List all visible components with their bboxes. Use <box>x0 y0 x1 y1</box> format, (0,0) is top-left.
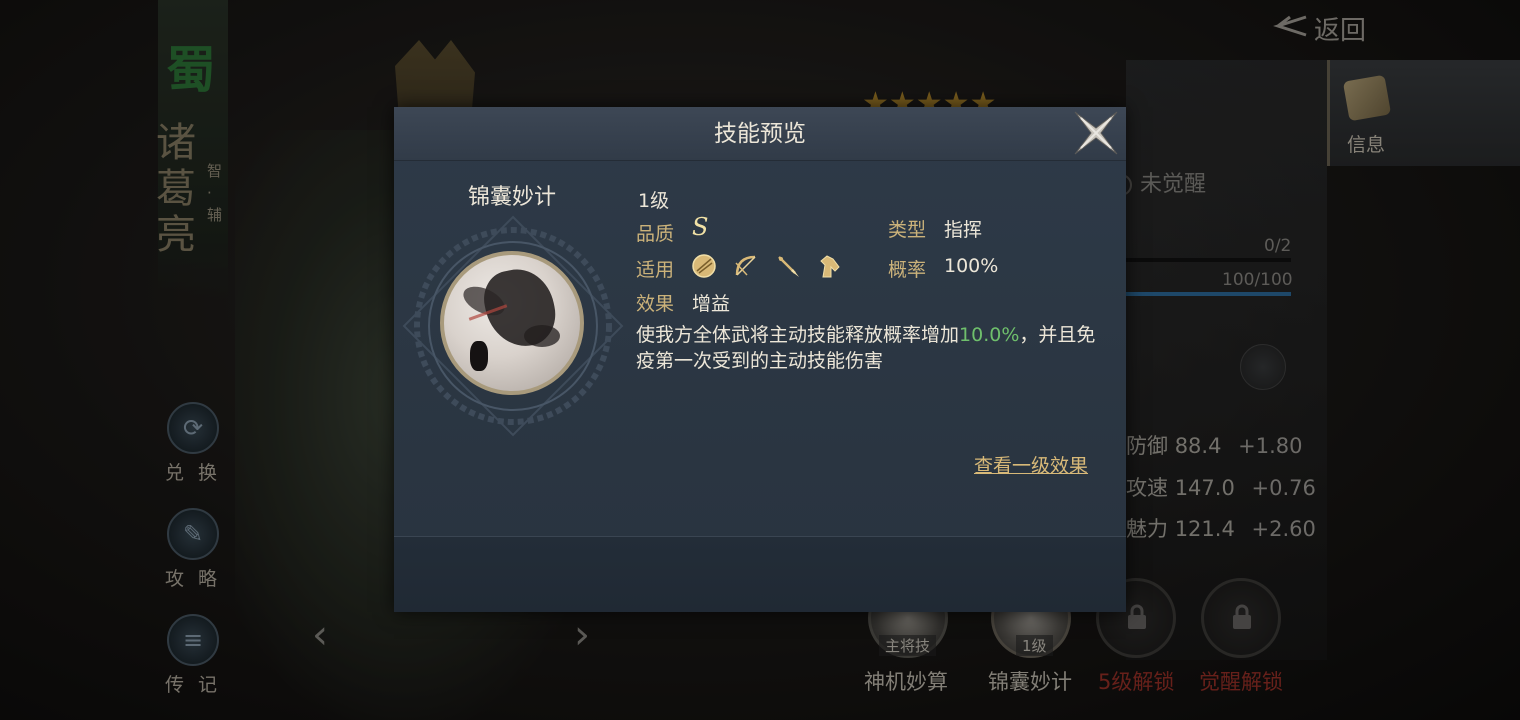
type-label: 类型 <box>888 219 927 241</box>
close-button[interactable] <box>1070 107 1122 159</box>
skill-preview-dialog: 技能预览 锦囊妙计 1级 品质 S 类型 指挥 适用 概率 100% 效果 增益… <box>394 107 1126 612</box>
quality-value: S <box>692 213 709 241</box>
quality-label: 品质 <box>636 223 675 245</box>
dialog-footer <box>394 536 1126 612</box>
skill-description: 使我方全体武将主动技能释放概率增加10.0%，并且免疫第一次受到的主动技能伤害 <box>636 322 1096 374</box>
skill-level: 1级 <box>638 190 670 212</box>
view-level-one-effect-link[interactable]: 查看一级效果 <box>974 451 1088 478</box>
effect-label: 效果 <box>636 293 675 315</box>
probability-label: 概率 <box>888 259 927 281</box>
desc-highlight: 10.0% <box>959 324 1020 346</box>
type-value: 指挥 <box>944 219 983 241</box>
close-icon <box>1074 111 1118 155</box>
skill-portrait <box>440 251 584 395</box>
skill-name: 锦囊妙计 <box>467 185 556 210</box>
desc-prefix: 使我方全体武将主动技能释放概率增加 <box>636 324 960 346</box>
spear-unit-icon <box>774 252 802 280</box>
effect-value: 增益 <box>692 293 731 315</box>
probability-value: 100% <box>944 255 999 277</box>
dialog-title: 技能预览 <box>394 107 1126 161</box>
applicable-units <box>690 252 844 280</box>
applicable-label: 适用 <box>636 259 675 281</box>
bow-unit-icon <box>732 252 760 280</box>
shield-unit-icon <box>690 252 718 280</box>
cavalry-unit-icon <box>816 252 844 280</box>
